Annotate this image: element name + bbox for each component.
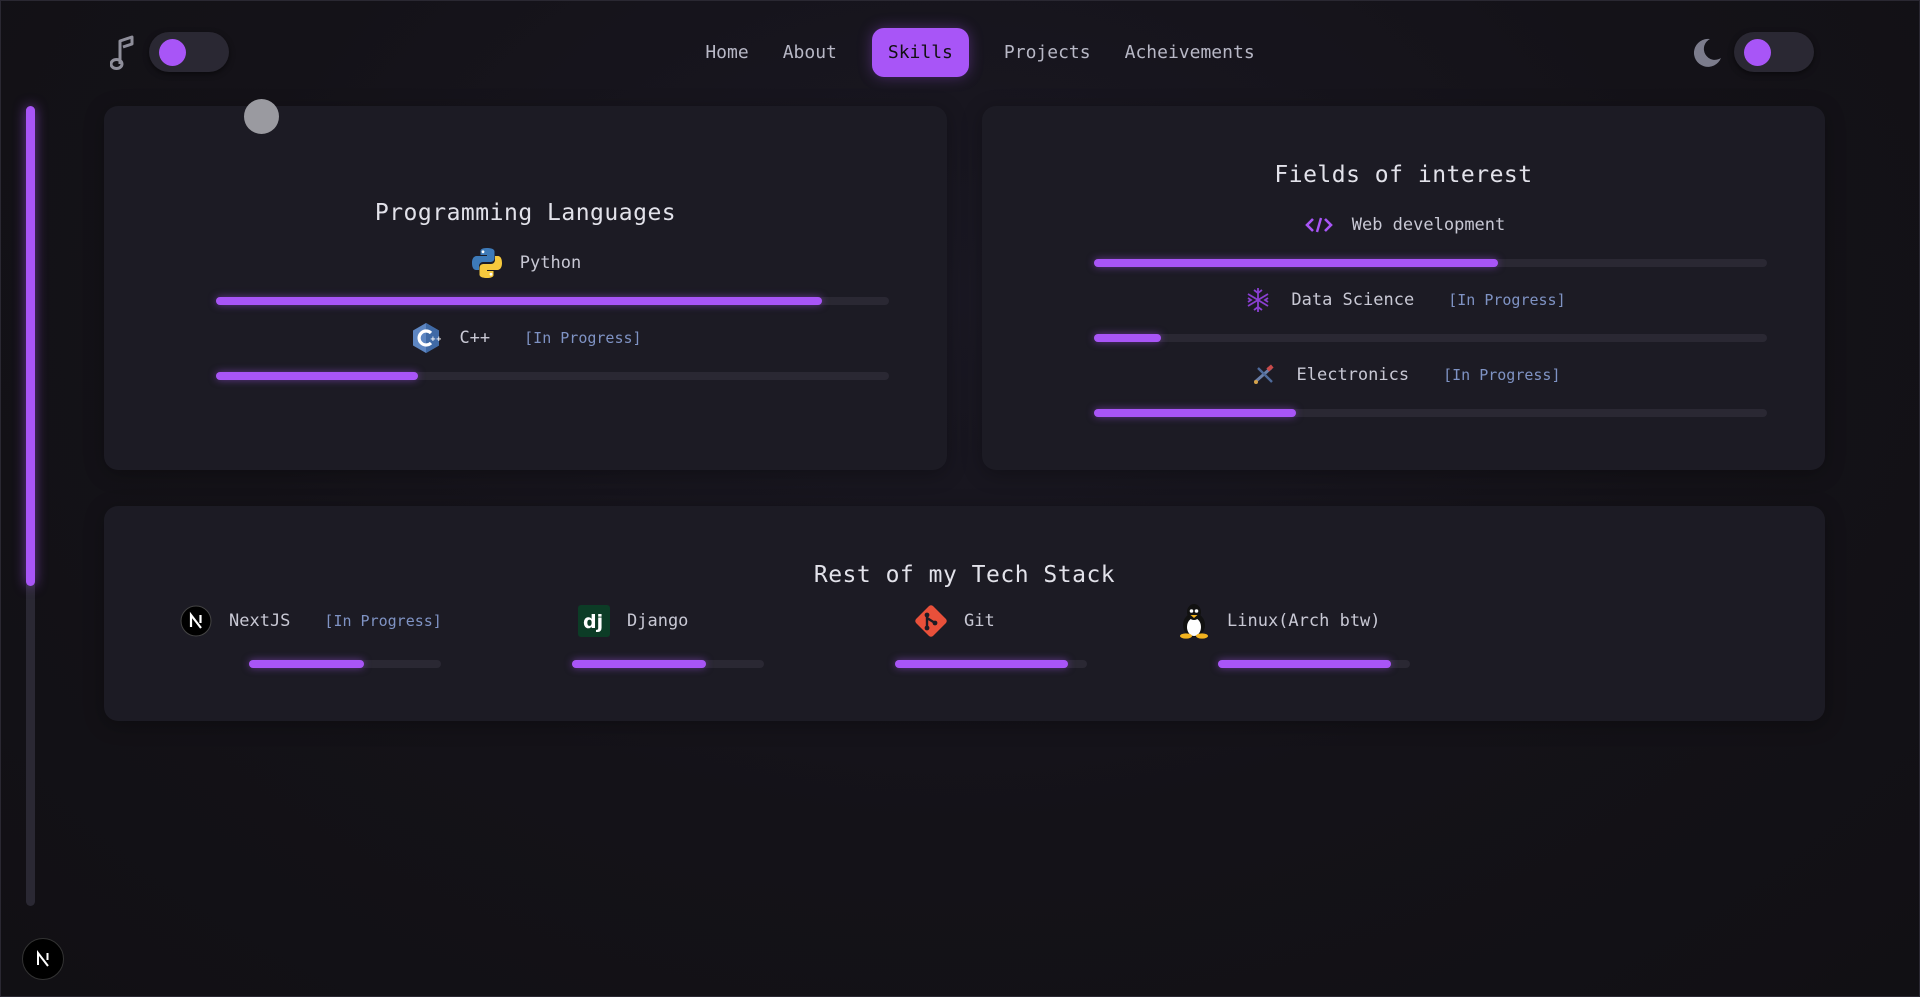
field-label-web: Web development [1351,215,1506,235]
field-tag-data-science: [In Progress] [1448,291,1566,309]
field-bar-electronics [1094,409,1767,417]
stack-label-git: Git [964,611,995,631]
nextjs-dev-badge[interactable] [22,938,64,980]
stack-bar-fill-django [572,660,707,668]
stack-item-linux: Linux(Arch btw) [1177,604,1381,639]
stack-bar-fill-nextjs [249,660,365,668]
field-bar-fill-data-science [1094,334,1162,342]
theme-toggle-knob [1744,39,1771,66]
field-row-data-science: Data Science [In Progress] [982,283,1825,317]
stack-item-git: Git [914,604,995,638]
skill-row-cpp: ++ C++ [In Progress] [104,321,947,355]
stack-bar-fill-linux [1218,660,1391,668]
skill-bar-python [216,297,889,305]
stack-label-nextjs: NextJS [229,611,291,631]
git-icon [914,604,948,638]
stack-bar-fill-git [895,660,1068,668]
electronics-icon [1247,358,1281,392]
scroll-progress-track[interactable] [26,106,35,906]
stack-tag-nextjs: [In Progress] [324,612,442,630]
field-label-electronics: Electronics [1296,365,1410,385]
cpp-icon: ++ [409,321,443,355]
scroll-progress-thumb[interactable] [26,106,35,586]
stack-bar-linux [1218,660,1410,668]
skill-tag-cpp: [In Progress] [524,329,642,347]
skill-bar-fill-python [216,297,822,305]
field-tag-electronics: [In Progress] [1443,366,1561,384]
skill-bar-fill-cpp [216,372,418,380]
nextjs-icon [179,604,213,638]
nav-home[interactable]: Home [705,30,748,75]
field-bar-web [1094,259,1767,267]
stack-bar-django [572,660,764,668]
field-bar-fill-electronics [1094,409,1296,417]
svg-text:++: ++ [430,335,441,343]
linux-tux-icon [1177,604,1211,639]
theme-toggle[interactable] [1734,32,1814,72]
skill-label-python: Python [519,253,582,273]
skill-bar-cpp [216,372,889,380]
field-row-web: Web development [982,208,1825,242]
stack-bar-git [895,660,1087,668]
nav-about[interactable]: About [783,30,837,75]
field-bar-fill-web [1094,259,1498,267]
django-icon: dj [577,604,611,638]
stack-item-django: dj Django [577,604,688,638]
skill-row-python: Python [104,246,947,280]
field-label-data-science: Data Science [1291,290,1415,310]
card-title: Rest of my Tech Stack [813,562,1116,588]
main-nav: Home About Skills Projects Acheivements [0,26,1920,78]
fields-of-interest-card: Fields of interest Web development Data … [982,106,1825,470]
field-row-electronics: Electronics [In Progress] [982,358,1825,392]
data-science-icon [1241,283,1275,317]
stack-item-nextjs: NextJS [In Progress] [179,604,442,638]
card-title: Programming Languages [374,200,677,226]
field-bar-data-science [1094,334,1767,342]
nav-skills[interactable]: Skills [871,27,969,77]
stack-bar-nextjs [249,660,441,668]
moon-icon [1693,38,1721,67]
stack-label-linux: Linux(Arch btw) [1227,611,1381,631]
card-title: Fields of interest [1274,162,1533,188]
python-icon [470,246,504,280]
skill-label-cpp: C++ [459,328,491,348]
svg-text:dj: dj [583,611,603,633]
nav-projects[interactable]: Projects [1004,30,1091,75]
code-icon [1302,208,1336,242]
nav-acheivements[interactable]: Acheivements [1125,30,1255,75]
stack-label-django: Django [627,611,689,631]
cursor-follower [244,99,279,134]
programming-languages-card: Programming Languages Python ++ C++ [In … [104,106,947,470]
nextjs-logo-icon [37,950,49,967]
